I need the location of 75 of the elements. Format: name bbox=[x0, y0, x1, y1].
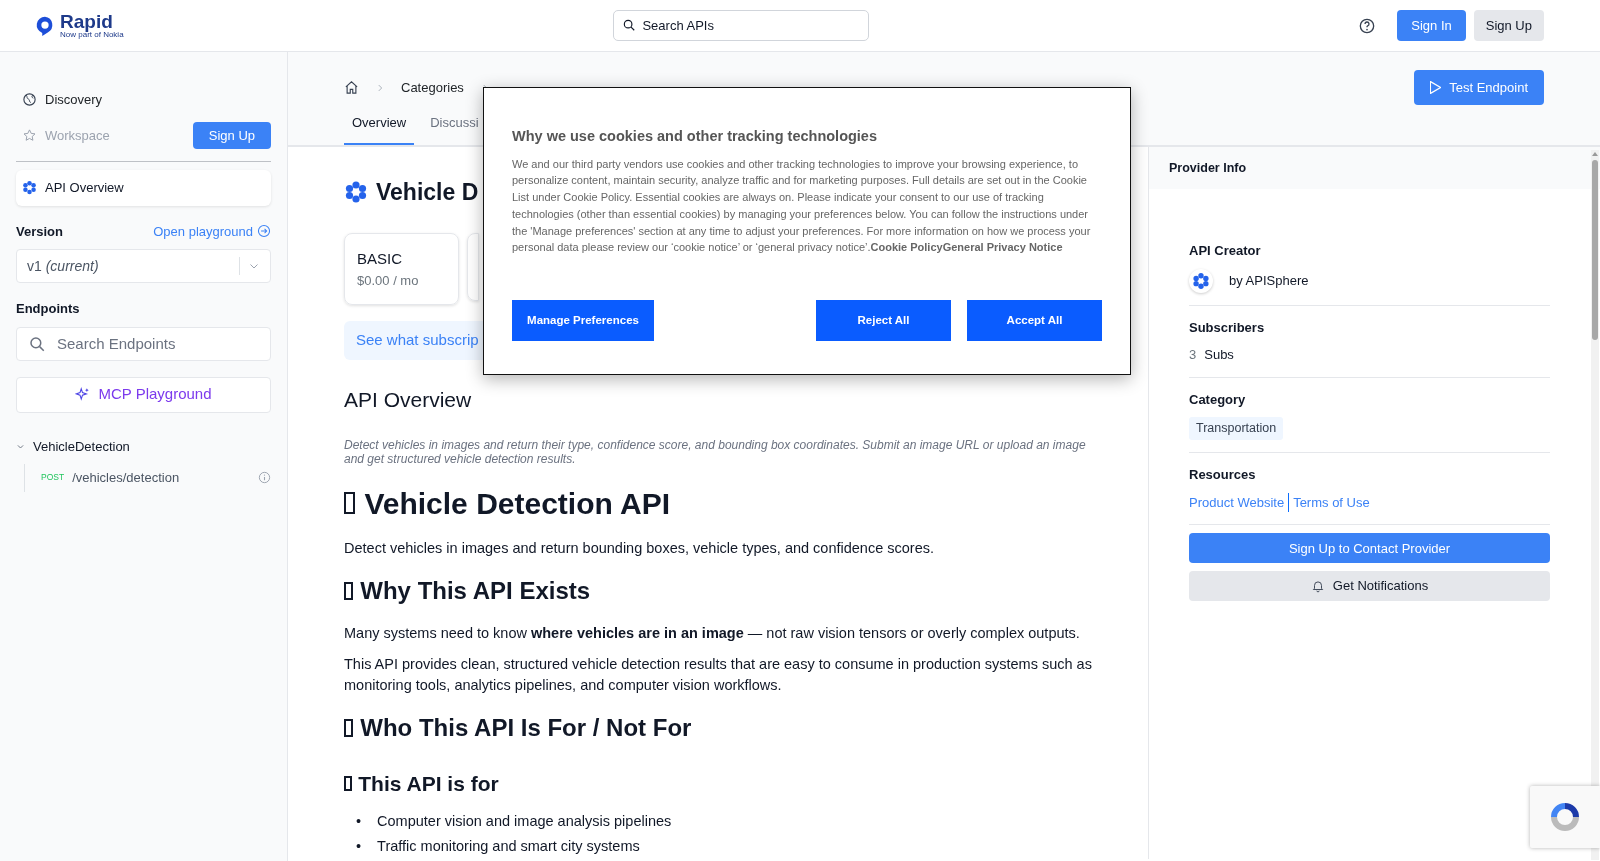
flower-icon bbox=[344, 179, 368, 204]
search-icon bbox=[28, 334, 46, 353]
paragraph: Detect vehicles in images and return bounding boxes, vehicle types, and confidence scores. bbox=[344, 538, 935, 558]
accept-all-button[interactable]: Accept All bbox=[967, 300, 1102, 342]
resource-link[interactable]: Product Website bbox=[1189, 492, 1285, 512]
bullet: • bbox=[356, 812, 362, 832]
scrollbar[interactable] bbox=[1590, 150, 1600, 860]
logo-text: Rapid bbox=[60, 12, 114, 31]
playground-link[interactable]: Open playground bbox=[153, 221, 271, 241]
version-label: Version bbox=[16, 222, 63, 241]
sparkle-icon bbox=[75, 387, 91, 402]
section-label: Resources bbox=[1189, 466, 1257, 484]
overview-heading: API Overview bbox=[344, 386, 473, 413]
policy-link[interactable]: Cookie Policy bbox=[870, 241, 943, 254]
breadcrumb-link[interactable]: Categories bbox=[401, 77, 464, 98]
section-label: Category bbox=[1189, 390, 1247, 409]
missing-glyph-icon bbox=[344, 581, 354, 600]
test-endpoint-button[interactable]: Test Endpoint bbox=[1414, 70, 1544, 105]
dialog-text: We and our third party vendors use cookies and other tracking technologies to improve your browsing experience, to personalize content, maintain security, analyze traffic and for marketing purposes. Full details are set out in the Cookie List under Cookie Policy. Essential cookies are always on. Please indicate your consent to our use of tracking technologies (other than essential cookies) by managing your preferences below. You can follow the instructions under the 'Manage preferences' section at any time to adjust your preferences. For more information on how we process your personal data please review our ‘cookie notice’ or ‘general privacy notice’.Cookie PolicyGeneral Privacy Notice bbox=[512, 156, 1092, 256]
reject-all-button[interactable]: Reject All bbox=[816, 300, 951, 342]
policy-link[interactable]: General Privacy Notice bbox=[942, 241, 1063, 254]
creator-name: by APISphere bbox=[1229, 272, 1309, 290]
tab[interactable]: Discussi bbox=[422, 109, 487, 145]
mcp-playground-button[interactable]: MCP Playground bbox=[16, 376, 271, 413]
endpoint-item[interactable]: POST /vehicles/detection bbox=[24, 464, 271, 492]
paragraph: This API provides clean, structured vehicle detection results that are easy to consume in production systems such as monitoring tools, analytics pipelines, and computer vision workflows. bbox=[344, 654, 1092, 695]
logo-tagline: Now part of Nokia bbox=[60, 31, 124, 39]
missing-glyph-icon bbox=[344, 718, 354, 737]
list-item: Traffic monitoring and smart city systems bbox=[377, 837, 640, 857]
contact-provider-button[interactable]: Sign Up to Contact Provider bbox=[1189, 533, 1550, 563]
arrow-circle-icon bbox=[257, 224, 271, 239]
notifications-button[interactable]: Get Notifications bbox=[1189, 571, 1550, 601]
subscriber-unit: Subs bbox=[1204, 346, 1234, 365]
heading: Vehicle Detection API bbox=[364, 485, 671, 522]
globe-icon bbox=[22, 92, 37, 108]
bullet: • bbox=[356, 837, 362, 857]
home-icon bbox=[344, 80, 359, 95]
api-overview-item[interactable]: API Overview bbox=[16, 170, 271, 206]
plan-card[interactable] bbox=[467, 233, 479, 301]
section-label: API Creator bbox=[1189, 242, 1262, 261]
help-icon bbox=[1359, 17, 1376, 34]
play-icon bbox=[1430, 81, 1442, 94]
paragraph: Many systems need to know where vehicles are in an image — not raw vision tensors or overly complex outputs. bbox=[344, 623, 1081, 643]
subheading: Who This API Is For / Not For bbox=[360, 712, 692, 743]
dialog-title: Why we use cookies and other tracking technologies bbox=[512, 127, 878, 146]
tab[interactable]: Overview bbox=[344, 109, 415, 145]
avatar bbox=[1189, 268, 1213, 293]
flower-icon bbox=[22, 180, 37, 196]
subheading: Why This API Exists bbox=[360, 575, 591, 606]
endpoint-search-field[interactable]: Search Endpoints bbox=[16, 326, 271, 361]
star-icon bbox=[22, 127, 37, 143]
subscriber-count: 3 bbox=[1189, 346, 1197, 365]
bell-icon bbox=[1310, 579, 1325, 593]
summary-text: Detect vehicles in images and return their type, confidence score, and bounding box coordinates. Submit an image URL or upload an image and get structured vehicle detection results. bbox=[344, 439, 1087, 467]
manage-preferences-button[interactable]: Manage Preferences bbox=[512, 300, 654, 342]
nav-item[interactable]: Discovery bbox=[16, 82, 109, 118]
plan-card[interactable]: BASIC $0.00 / mo bbox=[344, 233, 459, 305]
list-item: Computer vision and image analysis pipelines bbox=[377, 812, 672, 832]
missing-glyph-icon bbox=[344, 491, 356, 515]
api-title: Vehicle D bbox=[376, 177, 479, 207]
missing-glyph-icon bbox=[344, 775, 352, 792]
section-label: Subscribers bbox=[1189, 318, 1266, 337]
panel-title: Provider Info bbox=[1149, 146, 1600, 190]
search-field[interactable]: Search APIs bbox=[613, 10, 870, 41]
sign-up-button[interactable]: Sign Up bbox=[192, 121, 271, 149]
info-icon bbox=[258, 471, 271, 485]
category-tag[interactable]: Transportation bbox=[1189, 417, 1284, 440]
search-icon bbox=[622, 18, 637, 32]
resource-link[interactable]: Terms of Use bbox=[1293, 492, 1370, 512]
sign-in-button[interactable]: Sign In bbox=[1397, 9, 1466, 42]
subheading: This API is for bbox=[358, 770, 499, 797]
sign-up-button[interactable]: Sign Up bbox=[1473, 9, 1544, 42]
endpoints-label: Endpoints bbox=[16, 300, 81, 318]
endpoint-group[interactable]: VehicleDetection bbox=[16, 436, 271, 456]
version-select[interactable]: v1 (current) bbox=[16, 249, 271, 283]
